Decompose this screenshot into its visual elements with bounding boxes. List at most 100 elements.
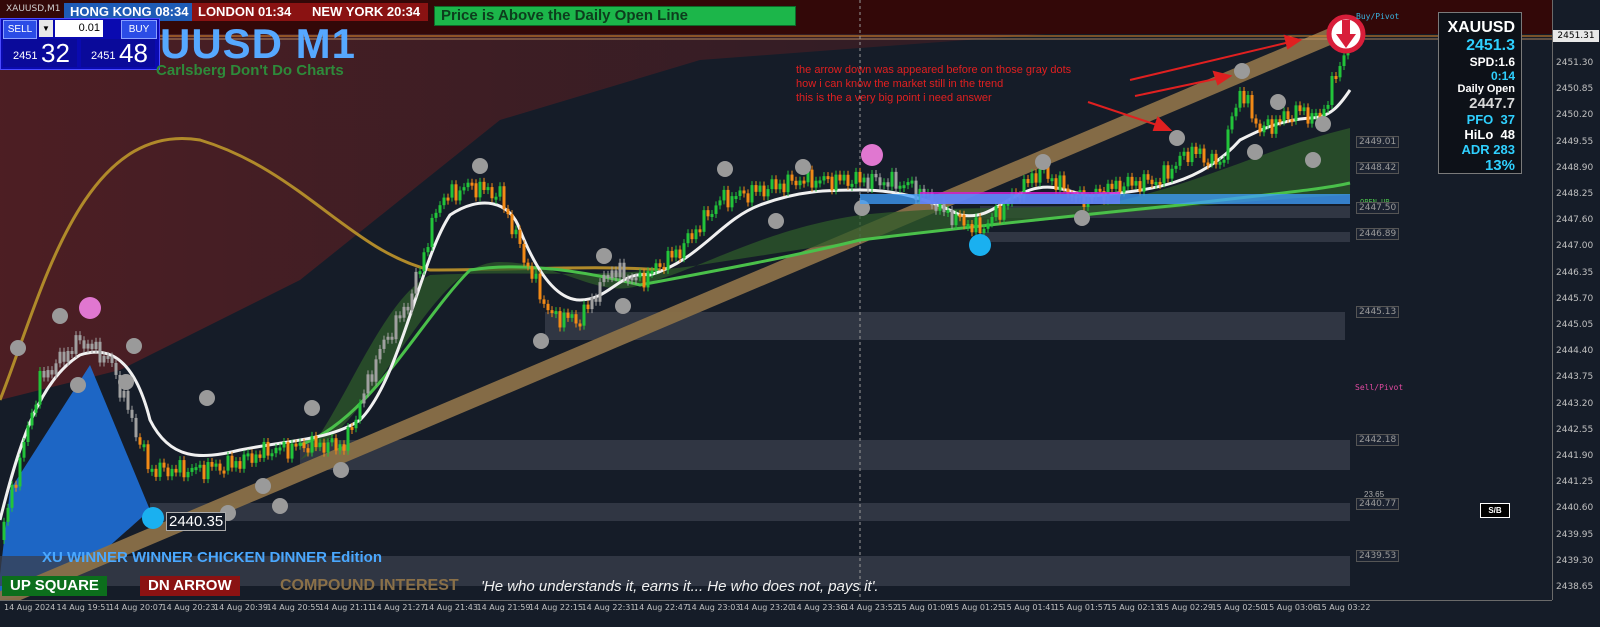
candle-body bbox=[1146, 174, 1150, 180]
candle-body bbox=[14, 484, 18, 488]
candle-body bbox=[530, 266, 534, 279]
annotation-line-1: the arrow down was appeared before on th… bbox=[796, 64, 1072, 76]
price-tick: 2450.20 bbox=[1556, 110, 1594, 121]
candle-body bbox=[1330, 76, 1334, 105]
candle-body bbox=[762, 185, 766, 197]
lot-dropdown[interactable]: ▼ bbox=[39, 20, 53, 37]
candle-body bbox=[166, 467, 170, 477]
candle-body bbox=[366, 374, 370, 394]
candle-body bbox=[290, 443, 294, 459]
gray-dot-marker-icon bbox=[1247, 144, 1263, 160]
info-hilo-value: 48 bbox=[1500, 127, 1515, 142]
candle-body bbox=[98, 341, 102, 363]
candle-body bbox=[286, 442, 290, 459]
candle-body bbox=[134, 417, 138, 438]
candle-body bbox=[1282, 111, 1286, 122]
info-pfo: PFO 37 bbox=[1439, 112, 1515, 127]
candle-body bbox=[38, 370, 42, 405]
annotation-line-3: this is the a very big point i need answ… bbox=[796, 92, 992, 104]
candle-body bbox=[258, 454, 262, 458]
candle-body bbox=[598, 282, 602, 302]
gray-dot-marker-icon bbox=[52, 308, 68, 324]
candle-body bbox=[186, 471, 190, 478]
candle-body bbox=[498, 186, 502, 197]
candle-body bbox=[230, 455, 234, 468]
candle-body bbox=[998, 205, 1002, 220]
sell-price[interactable]: 2451 32 bbox=[3, 38, 77, 68]
candle-body bbox=[582, 304, 586, 326]
candle-body bbox=[658, 263, 662, 267]
candle-body bbox=[690, 233, 694, 240]
candle-body bbox=[782, 183, 786, 193]
candle-body bbox=[246, 453, 250, 457]
level-label: 2446.89 bbox=[1356, 228, 1400, 240]
buy-price[interactable]: 2451 48 bbox=[81, 38, 155, 68]
candle-body bbox=[594, 297, 598, 302]
candle-body bbox=[694, 229, 698, 240]
gray-dot-marker-icon bbox=[1305, 152, 1321, 168]
candle-body bbox=[394, 315, 398, 340]
candle-body bbox=[1154, 181, 1158, 185]
candle-body bbox=[986, 223, 990, 229]
candle-body bbox=[1110, 183, 1114, 189]
candle-body bbox=[422, 252, 426, 272]
time-tick: 14 Aug 23:20 bbox=[739, 603, 793, 612]
down-arrow-circle-icon bbox=[1326, 14, 1366, 54]
candle-body bbox=[74, 335, 78, 354]
candle-body bbox=[1246, 95, 1250, 104]
sell-price-big: 32 bbox=[41, 38, 70, 68]
candle-body bbox=[494, 196, 498, 200]
time-tick: 14 Aug 23:03 bbox=[686, 603, 741, 612]
sb-badge[interactable]: S/B bbox=[1480, 503, 1510, 518]
current-price-tag: 2451.31 bbox=[1553, 30, 1599, 42]
candle-body bbox=[82, 340, 86, 349]
candle-body bbox=[1302, 107, 1306, 112]
candle-body bbox=[170, 468, 174, 477]
candle-body bbox=[538, 273, 542, 300]
candle-body bbox=[858, 171, 862, 183]
candle-body bbox=[158, 462, 162, 477]
candle-body bbox=[42, 370, 46, 378]
pink-dot-marker-icon bbox=[861, 144, 883, 166]
candle-body bbox=[522, 243, 526, 263]
candle-body bbox=[22, 442, 26, 458]
price-tick: 2445.05 bbox=[1556, 320, 1594, 330]
candle-body bbox=[778, 183, 782, 190]
candle-body bbox=[242, 454, 246, 469]
time-tick: 14 Aug 22:31 bbox=[581, 603, 636, 612]
lot-input[interactable]: 0.01 bbox=[55, 20, 103, 37]
candle-body bbox=[1306, 107, 1310, 124]
candle-body bbox=[58, 351, 62, 364]
candle-body bbox=[1190, 146, 1194, 163]
candle-body bbox=[1226, 129, 1230, 160]
blue-open-bar bbox=[860, 194, 1350, 204]
candle-body bbox=[50, 370, 54, 375]
candle-body bbox=[122, 390, 126, 398]
candle-body bbox=[426, 247, 430, 253]
sell-button[interactable]: SELL bbox=[3, 20, 37, 39]
low-value-label: 2440.35 bbox=[166, 512, 227, 531]
level-label: 2447.50 bbox=[1356, 202, 1400, 214]
candle-body bbox=[182, 460, 186, 478]
info-adr: ADR 283 bbox=[1439, 142, 1516, 157]
candle-body bbox=[446, 197, 450, 201]
candle-body bbox=[94, 341, 98, 350]
time-tick: 15 Aug 01:09 bbox=[896, 603, 951, 612]
info-adr-value: 283 bbox=[1493, 142, 1515, 157]
buy-button[interactable]: BUY bbox=[121, 20, 157, 39]
candle-body bbox=[406, 306, 410, 311]
candle-body bbox=[298, 442, 302, 446]
candle-body bbox=[514, 229, 518, 235]
info-hilo: HiLo 48 bbox=[1439, 127, 1515, 142]
candle-body bbox=[818, 180, 822, 184]
candle-body bbox=[342, 444, 346, 451]
candle-body bbox=[1038, 169, 1042, 183]
candle-body bbox=[470, 182, 474, 186]
price-tick: 2438.65 bbox=[1556, 582, 1594, 592]
candle-body bbox=[1206, 162, 1210, 166]
status-banner: Price is Above the Daily Open Line bbox=[434, 6, 796, 26]
candle-body bbox=[214, 463, 218, 467]
candle-body bbox=[866, 177, 870, 189]
candle-body bbox=[378, 348, 382, 360]
candle-body bbox=[250, 453, 254, 463]
